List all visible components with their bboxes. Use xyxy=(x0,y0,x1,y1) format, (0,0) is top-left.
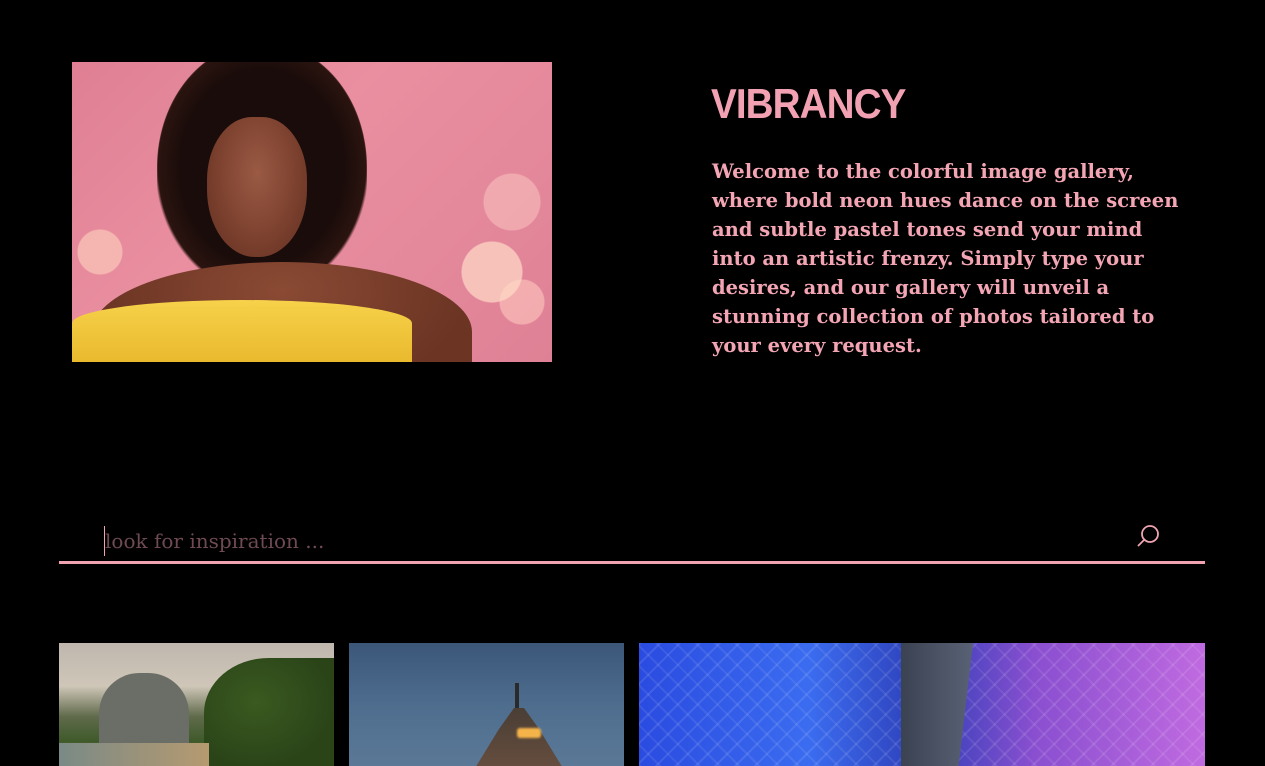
gallery-image-river-valley[interactable] xyxy=(59,643,334,766)
gallery-image-neon-tunnel[interactable] xyxy=(639,643,1205,766)
search-input[interactable] xyxy=(104,526,1105,556)
gallery-image-castle-island[interactable] xyxy=(349,643,624,766)
tile-river xyxy=(59,743,209,766)
tile-beam xyxy=(901,643,973,766)
portrait-face xyxy=(207,117,307,257)
search-icon xyxy=(1137,525,1159,547)
page-title: VIBRANCY xyxy=(711,80,906,127)
search-button[interactable] xyxy=(1135,522,1163,550)
intro-text: Welcome to the colorful image gallery, w… xyxy=(712,160,1179,357)
tile-lights xyxy=(517,728,541,738)
tile-trees xyxy=(204,658,334,766)
search-bar xyxy=(59,520,1205,564)
hero-portrait-image xyxy=(72,62,552,362)
portrait-yellow-dress xyxy=(72,300,412,362)
